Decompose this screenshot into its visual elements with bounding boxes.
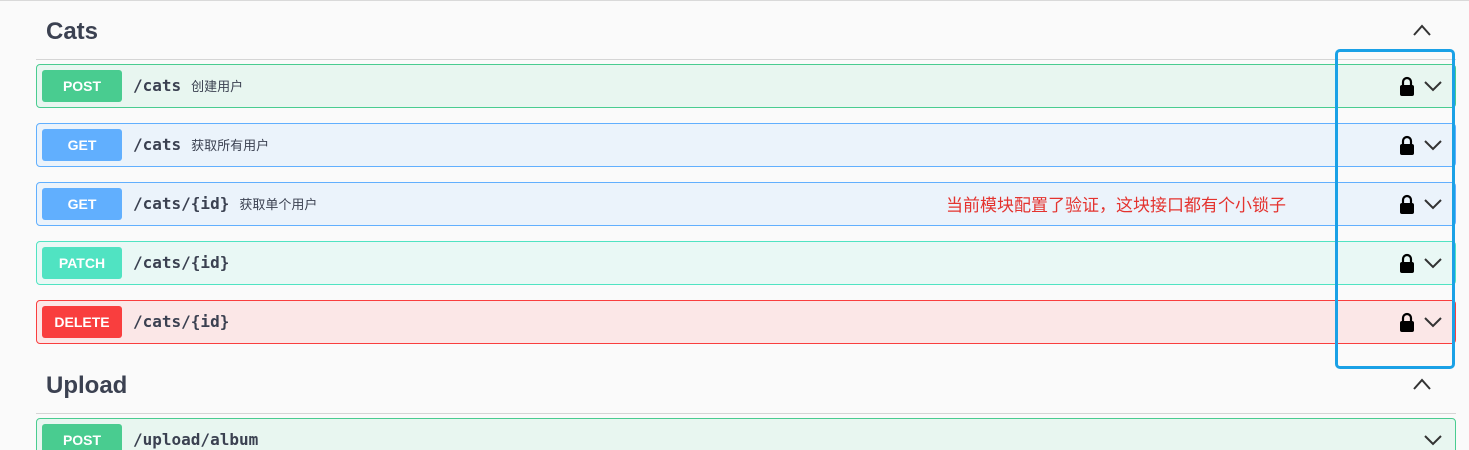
operation-post-cats[interactable]: POST /cats 创建用户 xyxy=(36,64,1456,108)
section-title: Upload xyxy=(46,372,128,399)
lock-icon[interactable] xyxy=(1399,135,1415,155)
path-text: /cats/{id} xyxy=(133,253,230,272)
operation-path: /cats/{id} xyxy=(133,312,229,331)
path-text: /cats xyxy=(133,135,182,154)
chevron-down-icon[interactable] xyxy=(1423,79,1443,93)
chevron-down-icon[interactable] xyxy=(1423,138,1443,152)
operation-path: /cats 创建用户 xyxy=(133,76,243,95)
operation-patch-cat[interactable]: PATCH /cats/{id} xyxy=(36,241,1456,285)
lock-icon[interactable] xyxy=(1399,76,1415,96)
chevron-down-icon[interactable] xyxy=(1423,315,1443,329)
lock-icon[interactable] xyxy=(1399,253,1415,273)
operation-path: /upload/album xyxy=(133,430,258,449)
path-text: /cats/{id} xyxy=(133,194,230,213)
swagger-page: Cats POST /cats 创建用户 GET /cats 获取所有用户 GET … xyxy=(0,0,1469,450)
method-badge: GET xyxy=(42,188,122,220)
operation-summary: 获取单个用户 xyxy=(239,198,318,213)
operation-delete-cat[interactable]: DELETE /cats/{id} xyxy=(36,300,1456,344)
chevron-down-icon[interactable] xyxy=(1423,256,1443,270)
operation-path: /cats 获取所有用户 xyxy=(133,135,269,154)
annotation-text: 当前模块配置了验证，这块接口都有个小锁子 xyxy=(946,196,1286,216)
path-text: /upload/album xyxy=(133,430,259,449)
lock-icon[interactable] xyxy=(1399,194,1415,214)
operation-path: /cats/{id} xyxy=(133,253,229,272)
section-header-upload[interactable]: Upload xyxy=(36,357,1456,414)
operation-post-upload-album[interactable]: POST /upload/album xyxy=(36,418,1456,450)
method-badge: DELETE xyxy=(42,306,122,338)
method-badge: POST xyxy=(42,70,122,102)
chevron-up-icon[interactable] xyxy=(1412,377,1432,391)
operation-summary: 获取所有用户 xyxy=(191,139,270,154)
method-badge: PATCH xyxy=(42,247,122,279)
operation-summary: 创建用户 xyxy=(191,80,244,95)
method-badge: GET xyxy=(42,129,122,161)
chevron-down-icon[interactable] xyxy=(1423,433,1443,447)
chevron-down-icon[interactable] xyxy=(1423,197,1443,211)
path-text: /cats xyxy=(133,76,182,95)
lock-icon[interactable] xyxy=(1399,312,1415,332)
method-badge: POST xyxy=(42,424,122,450)
operation-get-cats[interactable]: GET /cats 获取所有用户 xyxy=(36,123,1456,167)
operation-path: /cats/{id} 获取单个用户 xyxy=(133,194,317,213)
chevron-up-icon[interactable] xyxy=(1412,23,1432,37)
path-text: /cats/{id} xyxy=(133,312,230,331)
section-title: Cats xyxy=(46,18,99,45)
section-header-cats[interactable]: Cats xyxy=(36,3,1456,60)
